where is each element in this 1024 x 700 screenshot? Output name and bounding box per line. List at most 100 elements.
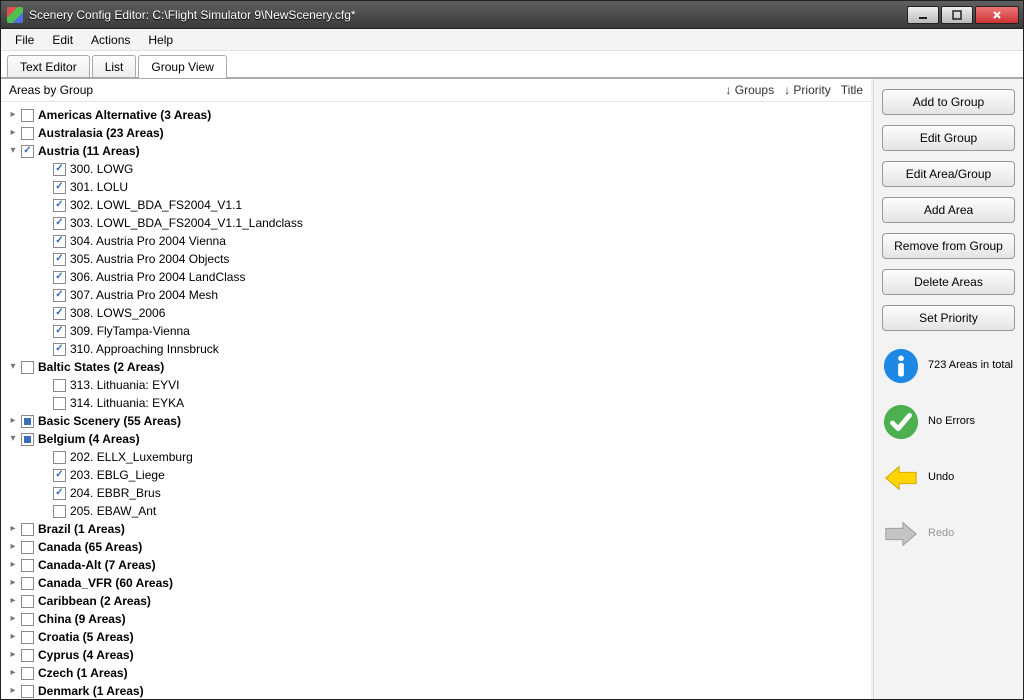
tree-item[interactable]: 307. Austria Pro 2004 Mesh <box>39 286 869 304</box>
expand-icon[interactable]: ▸ <box>7 541 19 553</box>
expand-icon[interactable]: ▸ <box>7 523 19 535</box>
checkbox[interactable] <box>21 595 34 608</box>
edit-area-group-button[interactable]: Edit Area/Group <box>882 161 1015 187</box>
checkbox[interactable] <box>53 163 66 176</box>
col-groups[interactable]: ↓ Groups <box>725 83 774 97</box>
tree-group[interactable]: ▸Brazil (1 Areas) <box>7 520 869 538</box>
tree-item[interactable]: 305. Austria Pro 2004 Objects <box>39 250 869 268</box>
tree-group[interactable]: ▸Canada (65 Areas) <box>7 538 869 556</box>
tree-item[interactable]: 301. LOLU <box>39 178 869 196</box>
expand-icon[interactable]: ▸ <box>7 631 19 643</box>
tree-item[interactable]: 309. FlyTampa-Vienna <box>39 322 869 340</box>
checkbox[interactable] <box>21 415 34 428</box>
checkbox[interactable] <box>21 541 34 554</box>
collapse-icon[interactable]: ▾ <box>7 145 19 157</box>
checkbox[interactable] <box>21 145 34 158</box>
expand-icon[interactable]: ▸ <box>7 685 19 697</box>
checkbox[interactable] <box>53 181 66 194</box>
tree-item[interactable]: 308. LOWS_2006 <box>39 304 869 322</box>
checkbox[interactable] <box>21 559 34 572</box>
checkbox[interactable] <box>53 379 66 392</box>
expand-icon[interactable]: ▸ <box>7 577 19 589</box>
col-title[interactable]: Title <box>841 83 863 97</box>
tree-item[interactable]: 202. ELLX_Luxemburg <box>39 448 869 466</box>
tree-group[interactable]: ▸Basic Scenery (55 Areas) <box>7 412 869 430</box>
tree-group[interactable]: ▸Cyprus (4 Areas) <box>7 646 869 664</box>
tree-item[interactable]: 303. LOWL_BDA_FS2004_V1.1_Landclass <box>39 214 869 232</box>
checkbox[interactable] <box>53 397 66 410</box>
checkbox[interactable] <box>53 289 66 302</box>
add-to-group-button[interactable]: Add to Group <box>882 89 1015 115</box>
checkbox[interactable] <box>53 505 66 518</box>
checkbox[interactable] <box>53 307 66 320</box>
tree-group[interactable]: ▸China (9 Areas) <box>7 610 869 628</box>
undo-action[interactable]: Undo <box>882 459 1015 497</box>
expand-icon[interactable]: ▸ <box>7 127 19 139</box>
minimize-button[interactable] <box>907 6 939 24</box>
checkbox[interactable] <box>21 631 34 644</box>
tree-item[interactable]: 302. LOWL_BDA_FS2004_V1.1 <box>39 196 869 214</box>
tree-group[interactable]: ▸Denmark (1 Areas) <box>7 682 869 699</box>
expand-icon[interactable]: ▸ <box>7 109 19 121</box>
checkbox[interactable] <box>53 325 66 338</box>
checkbox[interactable] <box>53 199 66 212</box>
tree-group[interactable]: ▾Baltic States (2 Areas) <box>7 358 869 376</box>
checkbox[interactable] <box>53 217 66 230</box>
tree-group[interactable]: ▸Czech (1 Areas) <box>7 664 869 682</box>
tree-item[interactable]: 306. Austria Pro 2004 LandClass <box>39 268 869 286</box>
checkbox[interactable] <box>53 271 66 284</box>
tree-group[interactable]: ▸Croatia (5 Areas) <box>7 628 869 646</box>
tree-group[interactable]: ▾Belgium (4 Areas) <box>7 430 869 448</box>
tree-item[interactable]: 314. Lithuania: EYKA <box>39 394 869 412</box>
checkbox[interactable] <box>21 667 34 680</box>
checkbox[interactable] <box>21 685 34 698</box>
checkbox[interactable] <box>53 487 66 500</box>
tree-view[interactable]: ▸Americas Alternative (3 Areas)▸Australa… <box>1 102 871 699</box>
checkbox[interactable] <box>21 433 34 446</box>
tree-group[interactable]: ▸Canada_VFR (60 Areas) <box>7 574 869 592</box>
checkbox[interactable] <box>53 469 66 482</box>
menu-actions[interactable]: Actions <box>83 31 138 49</box>
tree-group[interactable]: ▸Americas Alternative (3 Areas) <box>7 106 869 124</box>
close-button[interactable] <box>975 6 1019 24</box>
collapse-icon[interactable]: ▾ <box>7 361 19 373</box>
tree-group[interactable]: ▸Australasia (23 Areas) <box>7 124 869 142</box>
tree-item[interactable]: 300. LOWG <box>39 160 869 178</box>
checkbox[interactable] <box>53 343 66 356</box>
tree-item[interactable]: 310. Approaching Innsbruck <box>39 340 869 358</box>
tree-group[interactable]: ▾Austria (11 Areas) <box>7 142 869 160</box>
menu-help[interactable]: Help <box>140 31 181 49</box>
tree-group[interactable]: ▸Canada-Alt (7 Areas) <box>7 556 869 574</box>
tree-item[interactable]: 304. Austria Pro 2004 Vienna <box>39 232 869 250</box>
tree-item[interactable]: 313. Lithuania: EYVI <box>39 376 869 394</box>
col-priority[interactable]: ↓ Priority <box>784 83 831 97</box>
checkbox[interactable] <box>53 235 66 248</box>
menu-file[interactable]: File <box>7 31 42 49</box>
tree-group[interactable]: ▸Caribbean (2 Areas) <box>7 592 869 610</box>
expand-icon[interactable]: ▸ <box>7 559 19 571</box>
checkbox[interactable] <box>21 577 34 590</box>
set-priority-button[interactable]: Set Priority <box>882 305 1015 331</box>
expand-icon[interactable]: ▸ <box>7 667 19 679</box>
expand-icon[interactable]: ▸ <box>7 415 19 427</box>
add-area-button[interactable]: Add Area <box>882 197 1015 223</box>
tree-item[interactable]: 204. EBBR_Brus <box>39 484 869 502</box>
checkbox[interactable] <box>21 127 34 140</box>
remove-from-group-button[interactable]: Remove from Group <box>882 233 1015 259</box>
menu-edit[interactable]: Edit <box>44 31 81 49</box>
tree-item[interactable]: 205. EBAW_Ant <box>39 502 869 520</box>
delete-areas-button[interactable]: Delete Areas <box>882 269 1015 295</box>
checkbox[interactable] <box>21 649 34 662</box>
checkbox[interactable] <box>53 253 66 266</box>
checkbox[interactable] <box>53 451 66 464</box>
tab-list[interactable]: List <box>92 55 137 78</box>
checkbox[interactable] <box>21 523 34 536</box>
expand-icon[interactable]: ▸ <box>7 649 19 661</box>
tab-group-view[interactable]: Group View <box>138 55 226 78</box>
expand-icon[interactable]: ▸ <box>7 595 19 607</box>
checkbox[interactable] <box>21 109 34 122</box>
tree-item[interactable]: 203. EBLG_Liege <box>39 466 869 484</box>
collapse-icon[interactable]: ▾ <box>7 433 19 445</box>
tab-text-editor[interactable]: Text Editor <box>7 55 90 78</box>
expand-icon[interactable]: ▸ <box>7 613 19 625</box>
